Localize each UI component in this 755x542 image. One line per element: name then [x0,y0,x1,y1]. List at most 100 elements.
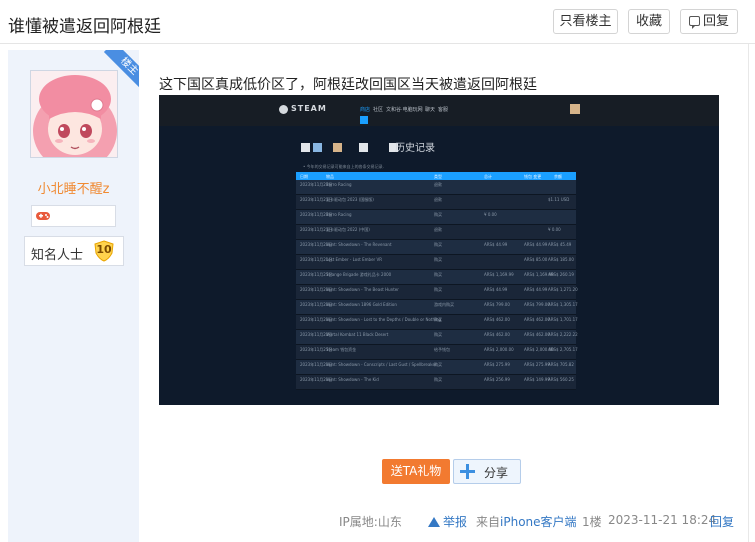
table-cell-balance: ARS$ 705.82 [548,362,574,367]
reply-button-label: 回复 [702,14,729,29]
device-link[interactable]: iPhone客户端 [500,515,577,529]
anime-girl-avatar-icon [31,71,117,157]
steam-logo-text: STEAM [291,104,327,113]
table-cell-change: ARS$ 275.99 [524,362,550,367]
table-cell-item: Strange Brigade 游戏礼品卡 2000 [326,272,392,277]
reply-link[interactable]: 回复 [710,513,734,530]
table-cell-balance: ARS$ 1,271.20 [548,287,578,292]
table-row: 2023年11月21日 显卡驱动包 2022 (中国) 退款 ¥ 0.00 [296,225,576,240]
redacted-block [313,143,322,152]
table-cell-type: 购买 [434,362,442,367]
table-cell-total: ARS$ 1,169.99 [484,272,514,277]
table-cell-item: Barro Racing [326,182,352,187]
table-row: 2023年11月21日 Hunt: Showdown - The Beast Hu… [296,285,578,300]
table-cell-type: 给予钱包 [434,347,450,352]
table-cell-type: 购买 [434,212,442,217]
game-badge[interactable] [31,205,116,227]
purchase-history-table: 日期 物品 类型 总计 钱包 变更 余额 2023年11月21日 Barro Ra… [296,172,578,405]
table-cell-change: ARS$ 44.99 [524,242,548,247]
scrollbar-track[interactable] [748,44,749,542]
table-cell-total: ARS$ 44.99 [484,287,508,292]
reply-button[interactable]: 回复 [680,9,738,34]
steam-page-subtext: • 今年的交易记录可能来自上的各条交易记录. [303,164,384,169]
steam-page-heading: 历史记录 [395,143,435,154]
username[interactable]: 小北睡不醒z [8,178,139,197]
table-cell-change: ARS$ 462.00 [524,317,550,322]
table-cell-type: 购买 [434,287,442,292]
steam-logo-icon [279,105,288,114]
rank-badge[interactable]: 知名人士 10 [24,236,124,266]
rank-level-badge: 10 [93,240,115,262]
table-cell-total: ARS$ 256.99 [484,377,510,382]
table-cell-balance: ARS$ 45.49 [548,242,572,247]
table-cell-change: ARS$ 85.00 [524,257,548,262]
steam-nav-community: 社区 [373,107,384,113]
source-prefix: 来自 [476,515,501,529]
post-image[interactable]: STEAM 商店 社区 文和谷·电脑玩网 聊天 客服 历史记录 • 今年的交易记… [159,95,719,405]
table-cell-type: 游戏内购买 [434,302,454,307]
report-link[interactable]: 举报 [428,513,467,530]
table-cell-item: Barro Racing [326,212,352,217]
send-gift-button[interactable]: 送TA礼物 [382,459,450,484]
plus-icon [459,463,476,480]
share-button[interactable]: 分享 [453,459,521,484]
table-cell-type: 购买 [434,242,442,247]
table-row: 2023年11月21日 Lost Ember - Lost Ember VR 购买 A… [296,255,576,270]
steam-nav-support: 客服 [438,107,449,113]
table-row: 2023年11月21日 Steam 钱包资金 给予钱包 ARS$ 2,000.00 AR… [296,345,578,360]
table-cell-balance: ARS$ 260.19 [548,272,574,277]
table-header: 日期 物品 类型 总计 钱包 变更 余额 [296,172,576,180]
table-cell-balance: ARS$ 1,305.17 [548,302,578,307]
table-cell-change: ARS$ 44.99 [524,287,548,292]
table-cell-item: Hunt: Showdown 1896 Gold Edition [326,302,397,307]
table-cell-balance: ARS$ 2,705.17 [548,347,578,352]
floor-number: 1楼 [582,515,602,529]
table-row: 2023年11月21日 Barro Racing 购买 ¥ 0.00 [296,210,576,225]
table-cell-item: Mortal Kombat 11 Black Desert [326,332,389,337]
redacted-block [301,143,310,152]
table-cell-type: 购买 [434,272,442,277]
steam-nav-indicator [360,116,368,124]
table-cell-type: 退款 [434,227,442,232]
steam-user-avatar [570,104,580,114]
table-row: 2023年11月21日 显卡驱动包 2023 (国服版) 退款 $1.11 USD [296,195,576,210]
table-cell-balance: ARS$ 560.25 [548,377,574,382]
table-row: 2023年11月21日 Mortal Kombat 11 Black Desert… [296,330,578,345]
table-cell-item: Hunt: Showdown - The Revenant [326,242,392,247]
thread-title: 谁懂被遣返回阿根廷 [8,17,161,37]
gamepad-icon [36,212,50,220]
table-cell-total: ARS$ 462.00 [484,317,510,322]
only-op-button[interactable]: 只看楼主 [553,9,618,34]
table-cell-item: Hunt: Showdown - Lost to the Depths / Do… [326,317,442,322]
table-cell-balance: ARS$ 185.00 [548,257,574,262]
table-cell-balance: ARS$ 1,701.17 [548,317,578,322]
post-source: 来自iPhone客户端 [476,513,577,530]
table-cell-balance: ARS$ 2,222.22 [548,332,578,337]
table-row: 2023年11月21日 Hunt: Showdown - The Revenant… [296,240,576,255]
table-row: 2023年11月21日 Hunt: Showdown 1896 Gold Edit… [296,300,578,315]
table-row: 2023年11月21日 Hunt: Showdown - The Kid 购买 ARS… [296,375,576,390]
thread-header: 谁懂被遣返回阿根廷 只看楼主 收藏 回复 [0,0,755,44]
table-cell-item: Hunt: Showdown - The Kid [326,377,379,382]
table-cell-total: ¥ 0.00 [484,212,497,217]
rank-level-number: 10 [96,243,112,256]
table-row: 2023年11月21日 Strange Brigade 游戏礼品卡 2000 购买 A… [296,270,576,285]
table-cell-type: 购买 [434,377,442,382]
table-cell-change: ARS$ 462.00 [524,332,550,337]
table-row: 2023年11月21日 Hunt: Showdown - Conscripts /… [296,360,576,375]
favorite-button[interactable]: 收藏 [628,9,670,34]
steam-nav-library: 文和谷·电脑玩网 [386,107,423,113]
avatar[interactable] [30,70,118,158]
table-cell-item: Lost Ember - Lost Ember VR [326,257,382,262]
table-cell-balance: $1.11 USD [548,197,570,202]
table-cell-item: 显卡驱动包 2022 (中国) [326,227,370,232]
table-cell-total: ARS$ 275.99 [484,362,510,367]
table-row: 2023年11月21日 Barro Racing 退款 [296,180,576,195]
ip-location: IP属地:山东 [339,515,402,529]
comment-icon [688,16,700,29]
table-cell-change: ARS$ 149.99 [524,377,550,382]
post-time: 2023-11-21 18:24 [608,513,717,527]
author-sidebar: 楼主 小北睡不醒z 知名人士 10 [8,50,139,542]
table-cell-total: ARS$ 799.00 [484,302,510,307]
table-cell-item: Steam 钱包资金 [326,347,357,352]
